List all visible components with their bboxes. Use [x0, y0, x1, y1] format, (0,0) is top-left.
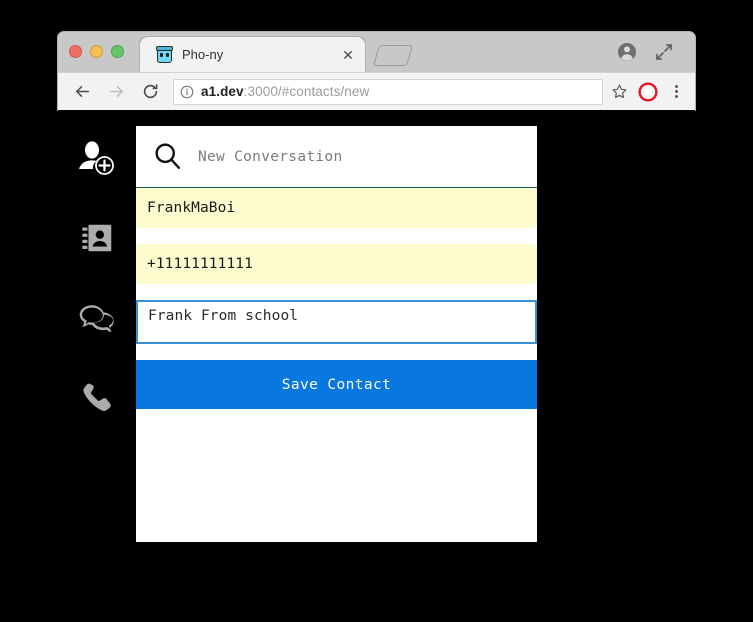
browser-toolbar: a1.dev:3000/#contacts/new	[58, 72, 695, 110]
window-close-button[interactable]	[69, 45, 82, 58]
info-circle-icon[interactable]	[180, 85, 194, 99]
sidebar-item-calls[interactable]	[58, 358, 136, 438]
contact-form-panel: New Conversation Save Contact	[136, 126, 537, 542]
contact-phone-input[interactable]	[136, 244, 537, 284]
browser-tab[interactable]: Pho-ny ✕	[140, 37, 365, 72]
bookmark-star-icon[interactable]	[605, 78, 633, 106]
search-icon[interactable]	[136, 141, 198, 172]
contact-note-wrapper	[136, 300, 537, 344]
url-text: a1.dev:3000/#contacts/new	[201, 84, 369, 99]
browser-window: Pho-ny ✕	[58, 32, 695, 110]
sidebar-item-new-contact[interactable]	[58, 118, 136, 198]
reload-button[interactable]	[135, 77, 165, 107]
profile-avatar-icon[interactable]	[617, 42, 637, 62]
contact-name-input[interactable]	[136, 188, 537, 228]
url-host: a1.dev	[201, 84, 244, 99]
address-book-icon	[78, 219, 116, 257]
field-gap-2	[136, 284, 537, 300]
back-button[interactable]	[67, 77, 97, 107]
person-add-icon	[77, 138, 117, 178]
fullscreen-expand-icon[interactable]	[655, 43, 673, 61]
window-maximize-button[interactable]	[111, 45, 124, 58]
tab-close-icon[interactable]: ✕	[335, 42, 361, 68]
page-viewport: New Conversation Save Contact	[58, 110, 695, 590]
save-contact-button[interactable]: Save Contact	[136, 360, 537, 409]
phony-favicon-icon	[156, 46, 173, 63]
forward-button[interactable]	[101, 77, 131, 107]
window-minimize-button[interactable]	[90, 45, 103, 58]
search-bar[interactable]: New Conversation	[136, 126, 537, 188]
field-gap-1	[136, 228, 537, 244]
chat-bubbles-icon	[77, 299, 117, 337]
url-path: :3000/#contacts/new	[244, 84, 370, 99]
tab-strip: Pho-ny ✕	[58, 32, 695, 72]
tab-title: Pho-ny	[182, 47, 335, 62]
address-bar[interactable]: a1.dev:3000/#contacts/new	[173, 79, 603, 105]
sidebar-item-conversations[interactable]	[58, 278, 136, 358]
app-sidebar	[58, 110, 136, 590]
search-placeholder-text: New Conversation	[198, 149, 342, 165]
three-dot-menu-icon[interactable]	[663, 79, 689, 105]
sidebar-item-contacts[interactable]	[58, 198, 136, 278]
phone-icon	[78, 379, 116, 417]
contact-note-textarea[interactable]	[136, 300, 537, 344]
adblock-stop-hand-icon[interactable]	[635, 79, 661, 105]
new-tab-button[interactable]	[373, 45, 413, 66]
